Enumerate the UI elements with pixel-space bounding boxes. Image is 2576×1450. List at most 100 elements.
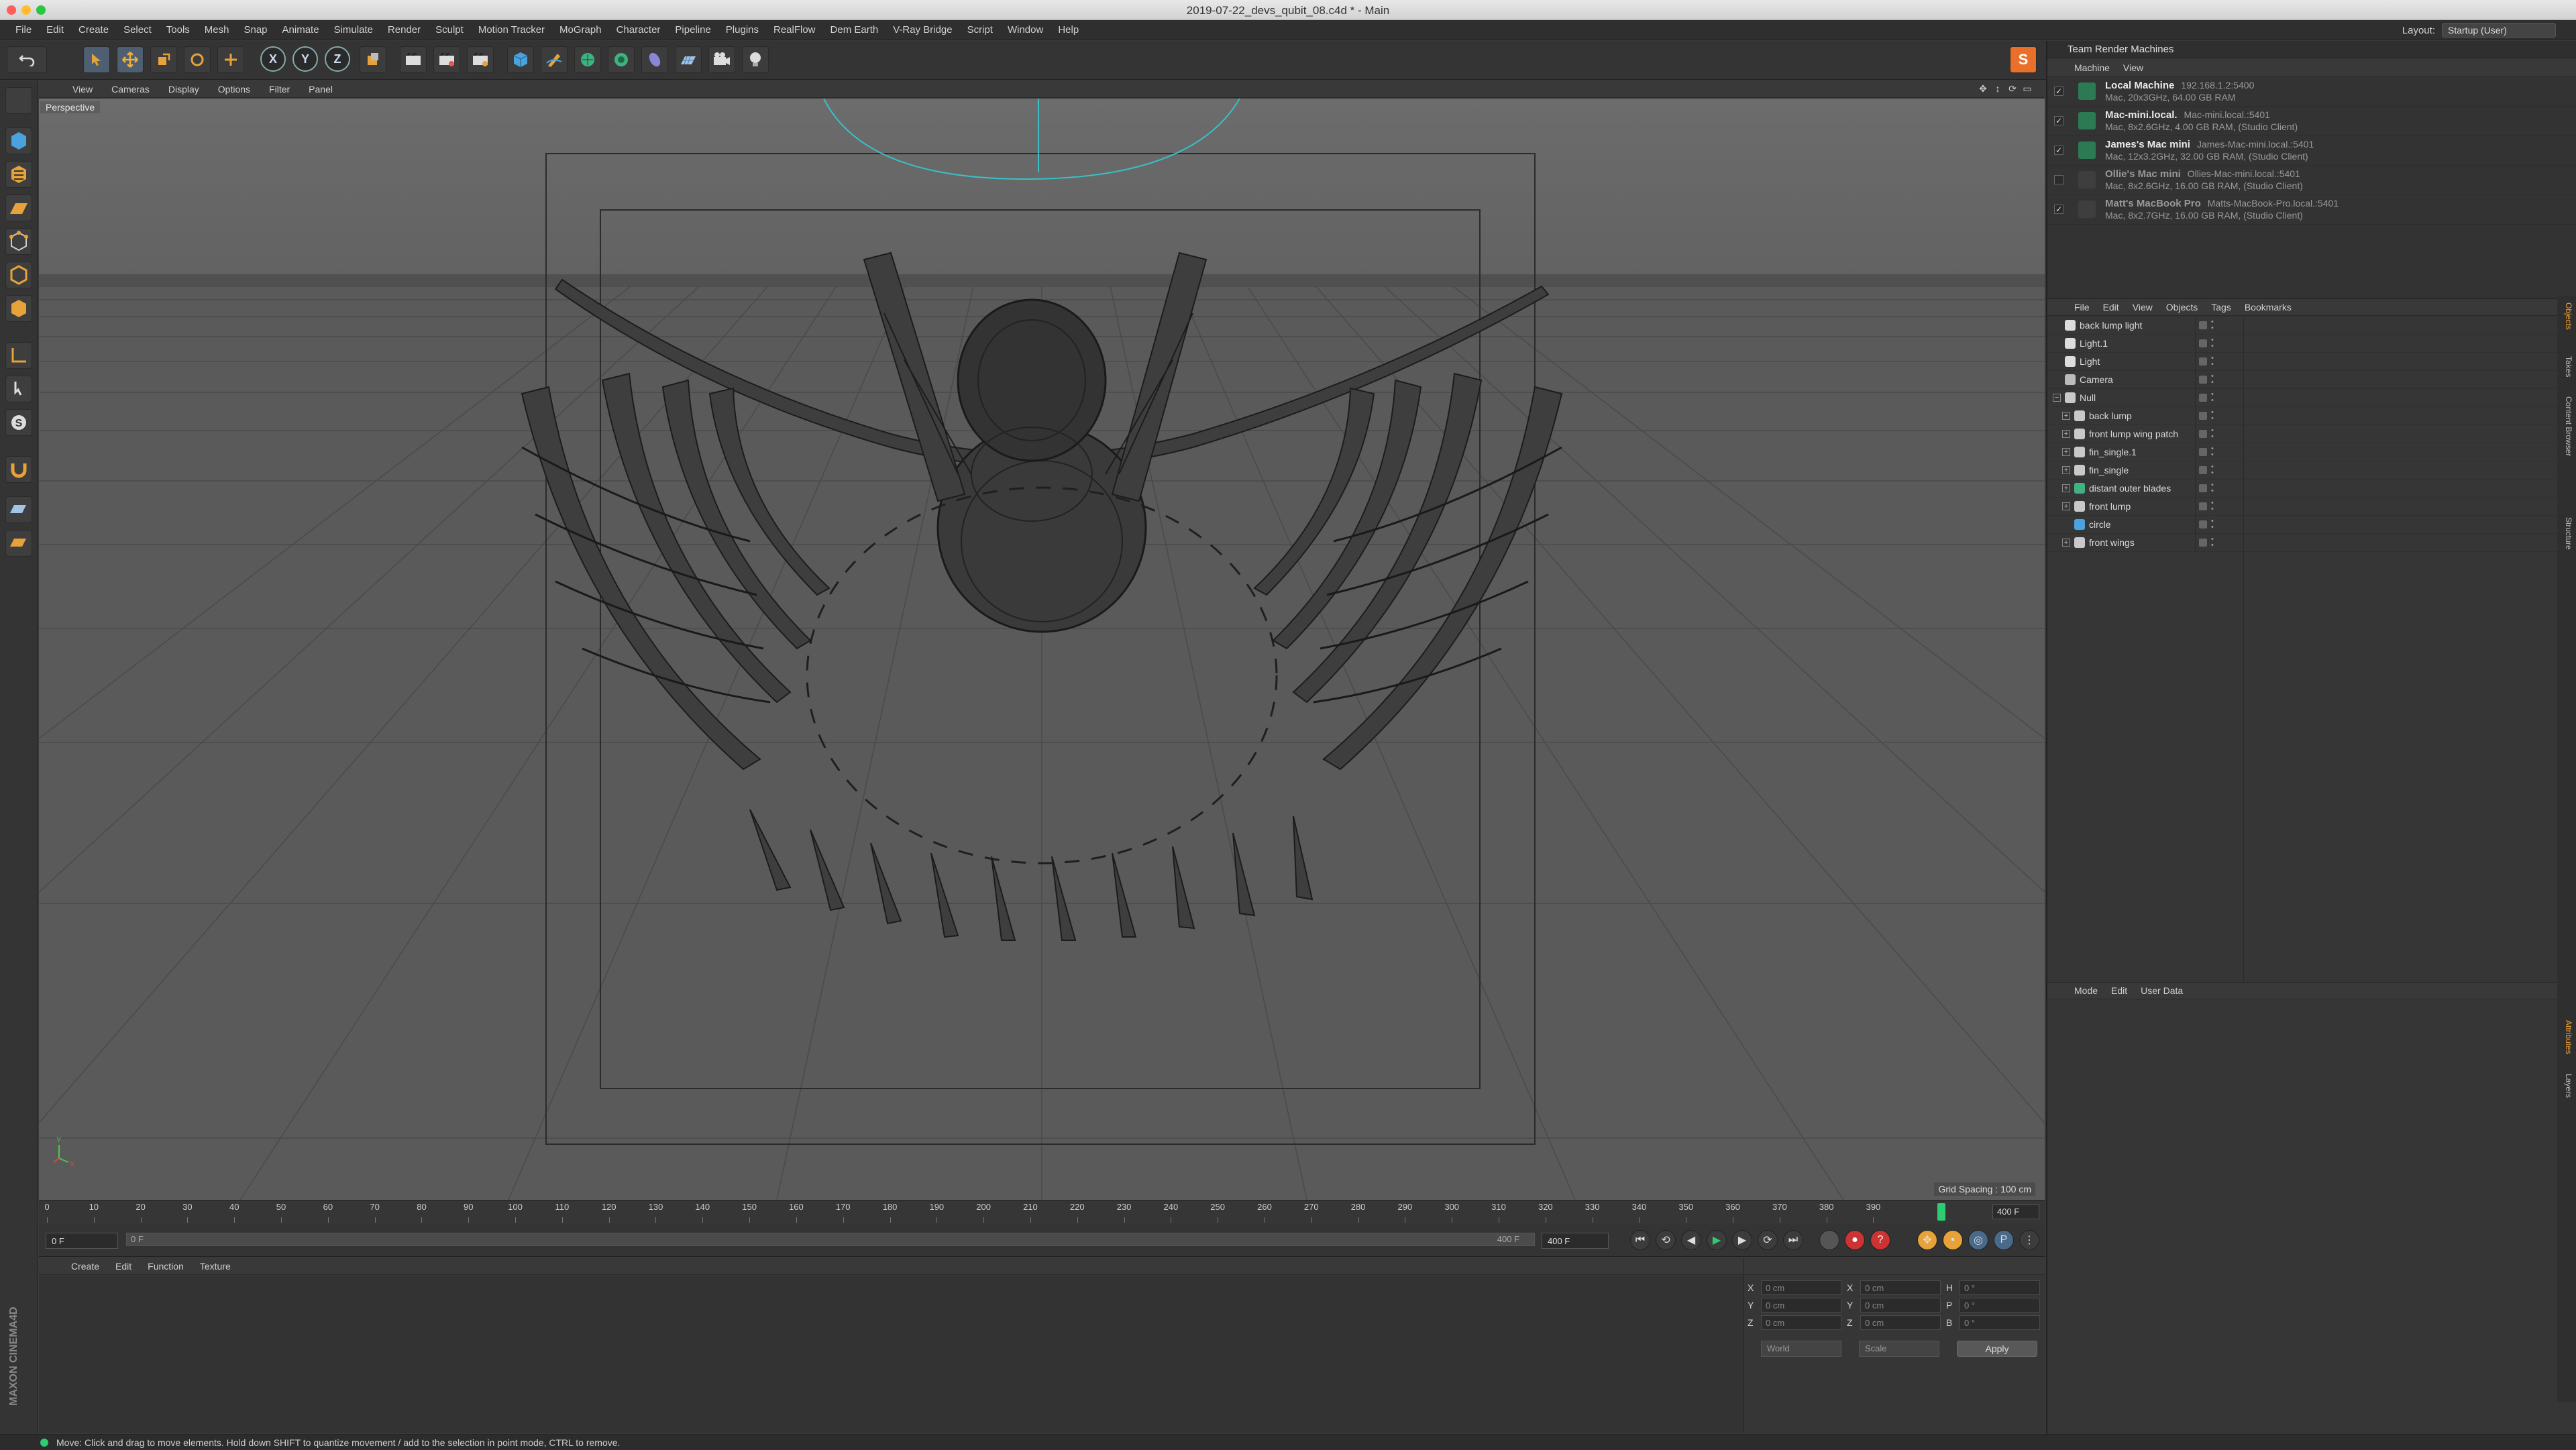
- team-render-menu-view[interactable]: View: [2116, 62, 2150, 73]
- previous-frame-icon[interactable]: ◀: [1681, 1230, 1701, 1250]
- create-icon[interactable]: [217, 46, 244, 73]
- om-menu-edit[interactable]: Edit: [2096, 302, 2126, 313]
- menu-mograph[interactable]: MoGraph: [552, 24, 609, 36]
- size-z-field[interactable]: 0 cm: [1860, 1315, 1941, 1330]
- menu-animate[interactable]: Animate: [275, 24, 327, 36]
- layer-flag-icon[interactable]: [2199, 412, 2207, 420]
- workplane-lock-icon[interactable]: [5, 496, 32, 523]
- menu-plugins[interactable]: Plugins: [718, 24, 766, 36]
- pen-icon[interactable]: [541, 46, 568, 73]
- maximize-icon[interactable]: ▭: [2022, 83, 2033, 94]
- move-icon[interactable]: [117, 46, 144, 73]
- visibility-dots-icon[interactable]: • •: [2211, 445, 2214, 459]
- machine-row[interactable]: Ollie's Mac mini Ollies-Mac-mini.local.:5…: [2047, 166, 2576, 195]
- visibility-dots-icon[interactable]: • •: [2211, 355, 2214, 368]
- menu-tools[interactable]: Tools: [159, 24, 197, 36]
- layer-flag-icon[interactable]: [2199, 539, 2207, 547]
- menu-motion-tracker[interactable]: Motion Tracker: [471, 24, 552, 36]
- orbit-icon[interactable]: ⟳: [2007, 83, 2018, 94]
- visibility-dots-icon[interactable]: • •: [2211, 500, 2214, 513]
- menu-sculpt[interactable]: Sculpt: [428, 24, 471, 36]
- object-row[interactable]: + front wings • •: [2047, 534, 2557, 552]
- pos-z-field[interactable]: 0 cm: [1761, 1315, 1841, 1330]
- side-tab[interactable]: Objects: [2560, 302, 2573, 330]
- side-tab[interactable]: Attributes: [2560, 1020, 2573, 1054]
- plugin-s-icon[interactable]: S: [2010, 46, 2037, 73]
- object-row[interactable]: Light.1 • •: [2047, 335, 2557, 353]
- next-key-icon[interactable]: ⟳: [1758, 1230, 1778, 1250]
- viewport-menu-options[interactable]: Options: [209, 84, 260, 95]
- light-icon[interactable]: [742, 46, 769, 73]
- autokey-icon[interactable]: ●: [1845, 1230, 1865, 1250]
- expand-toggle[interactable]: +: [2062, 466, 2070, 474]
- machine-row[interactable]: ✓ Mac-mini.local. Mac-mini.local.:5401 Mac,…: [2047, 107, 2576, 136]
- object-row[interactable]: + fin_single • •: [2047, 461, 2557, 480]
- object-name[interactable]: Light.1: [2080, 338, 2108, 349]
- machine-enable-checkbox[interactable]: [2054, 175, 2063, 184]
- axis-mode-icon[interactable]: [5, 342, 32, 369]
- visibility-dots-icon[interactable]: • •: [2211, 337, 2214, 350]
- visibility-dots-icon[interactable]: • •: [2211, 373, 2214, 386]
- viewport-menu-filter[interactable]: Filter: [260, 84, 299, 95]
- menu-snap[interactable]: Snap: [236, 24, 274, 36]
- texture-mode-icon[interactable]: [5, 161, 32, 188]
- menu-realflow[interactable]: RealFlow: [766, 24, 823, 36]
- object-name[interactable]: front wings: [2089, 537, 2135, 548]
- menu-pipeline[interactable]: Pipeline: [667, 24, 718, 36]
- render-icon[interactable]: [433, 46, 460, 73]
- layout-select[interactable]: Startup (User): [2442, 23, 2556, 38]
- om-menu-objects[interactable]: Objects: [2159, 302, 2204, 313]
- material-menu-edit[interactable]: Edit: [107, 1261, 140, 1272]
- size-x-field[interactable]: 0 cm: [1860, 1280, 1941, 1295]
- visibility-dots-icon[interactable]: • •: [2211, 427, 2214, 441]
- floor-icon[interactable]: [675, 46, 702, 73]
- camera-icon[interactable]: [708, 46, 735, 73]
- render-settings-icon[interactable]: [467, 46, 494, 73]
- menu-mesh[interactable]: Mesh: [197, 24, 237, 36]
- expand-toggle[interactable]: +: [2062, 430, 2070, 438]
- menu-window[interactable]: Window: [1000, 24, 1051, 36]
- preview-range-slider[interactable]: 0 F 400 F: [126, 1233, 1535, 1246]
- visibility-dots-icon[interactable]: • •: [2211, 319, 2214, 332]
- object-name[interactable]: distant outer blades: [2089, 483, 2171, 494]
- expand-toggle[interactable]: +: [2062, 484, 2070, 492]
- dolly-icon[interactable]: ↕: [1992, 83, 2003, 94]
- menu-vray-bridge[interactable]: V-Ray Bridge: [885, 24, 959, 36]
- layer-flag-icon[interactable]: [2199, 484, 2207, 492]
- expand-toggle[interactable]: +: [2062, 502, 2070, 510]
- material-menu-function[interactable]: Function: [140, 1261, 192, 1272]
- max-frame-field[interactable]: 400 F: [1542, 1233, 1609, 1249]
- material-manager-area[interactable]: [39, 1276, 1743, 1433]
- record-scale-icon[interactable]: ▪: [1943, 1230, 1963, 1250]
- cube-icon[interactable]: [507, 46, 534, 73]
- viewport-menu-cameras[interactable]: Cameras: [102, 84, 159, 95]
- keyframe-selection-icon[interactable]: ?: [1870, 1230, 1890, 1250]
- object-row[interactable]: Camera • •: [2047, 371, 2557, 389]
- attr-menu-mode[interactable]: Mode: [2068, 985, 2104, 996]
- object-row[interactable]: + distant outer blades • •: [2047, 480, 2557, 498]
- previous-key-icon[interactable]: ⟲: [1656, 1230, 1676, 1250]
- visibility-dots-icon[interactable]: • •: [2211, 463, 2214, 477]
- object-name[interactable]: circle: [2089, 519, 2111, 530]
- layer-flag-icon[interactable]: [2199, 502, 2207, 510]
- om-menu-view[interactable]: View: [2126, 302, 2159, 313]
- viewport-menu-view[interactable]: View: [63, 84, 102, 95]
- current-frame-field[interactable]: 0 F: [46, 1233, 118, 1249]
- object-row[interactable]: + front lump • •: [2047, 498, 2557, 516]
- rot-p-field[interactable]: 0 °: [1960, 1298, 2040, 1313]
- material-menu-texture[interactable]: Texture: [192, 1261, 239, 1272]
- expand-toggle[interactable]: −: [2053, 394, 2061, 402]
- layer-flag-icon[interactable]: [2199, 430, 2207, 438]
- om-menu-bookmarks[interactable]: Bookmarks: [2238, 302, 2298, 313]
- record-parameter-icon[interactable]: P: [1994, 1230, 2014, 1250]
- attr-menu-edit[interactable]: Edit: [2104, 985, 2134, 996]
- attr-menu-user-data[interactable]: User Data: [2134, 985, 2190, 996]
- material-menu-create[interactable]: Create: [63, 1261, 107, 1272]
- workplane-mode-icon[interactable]: [5, 194, 32, 221]
- record-pla-icon[interactable]: ⋮: [2019, 1230, 2039, 1250]
- play-icon[interactable]: ▶: [1707, 1230, 1727, 1250]
- menu-simulate[interactable]: Simulate: [327, 24, 380, 36]
- coord-scale-select[interactable]: Scale: [1859, 1341, 1939, 1357]
- visibility-dots-icon[interactable]: • •: [2211, 409, 2214, 423]
- layer-flag-icon[interactable]: [2199, 376, 2207, 384]
